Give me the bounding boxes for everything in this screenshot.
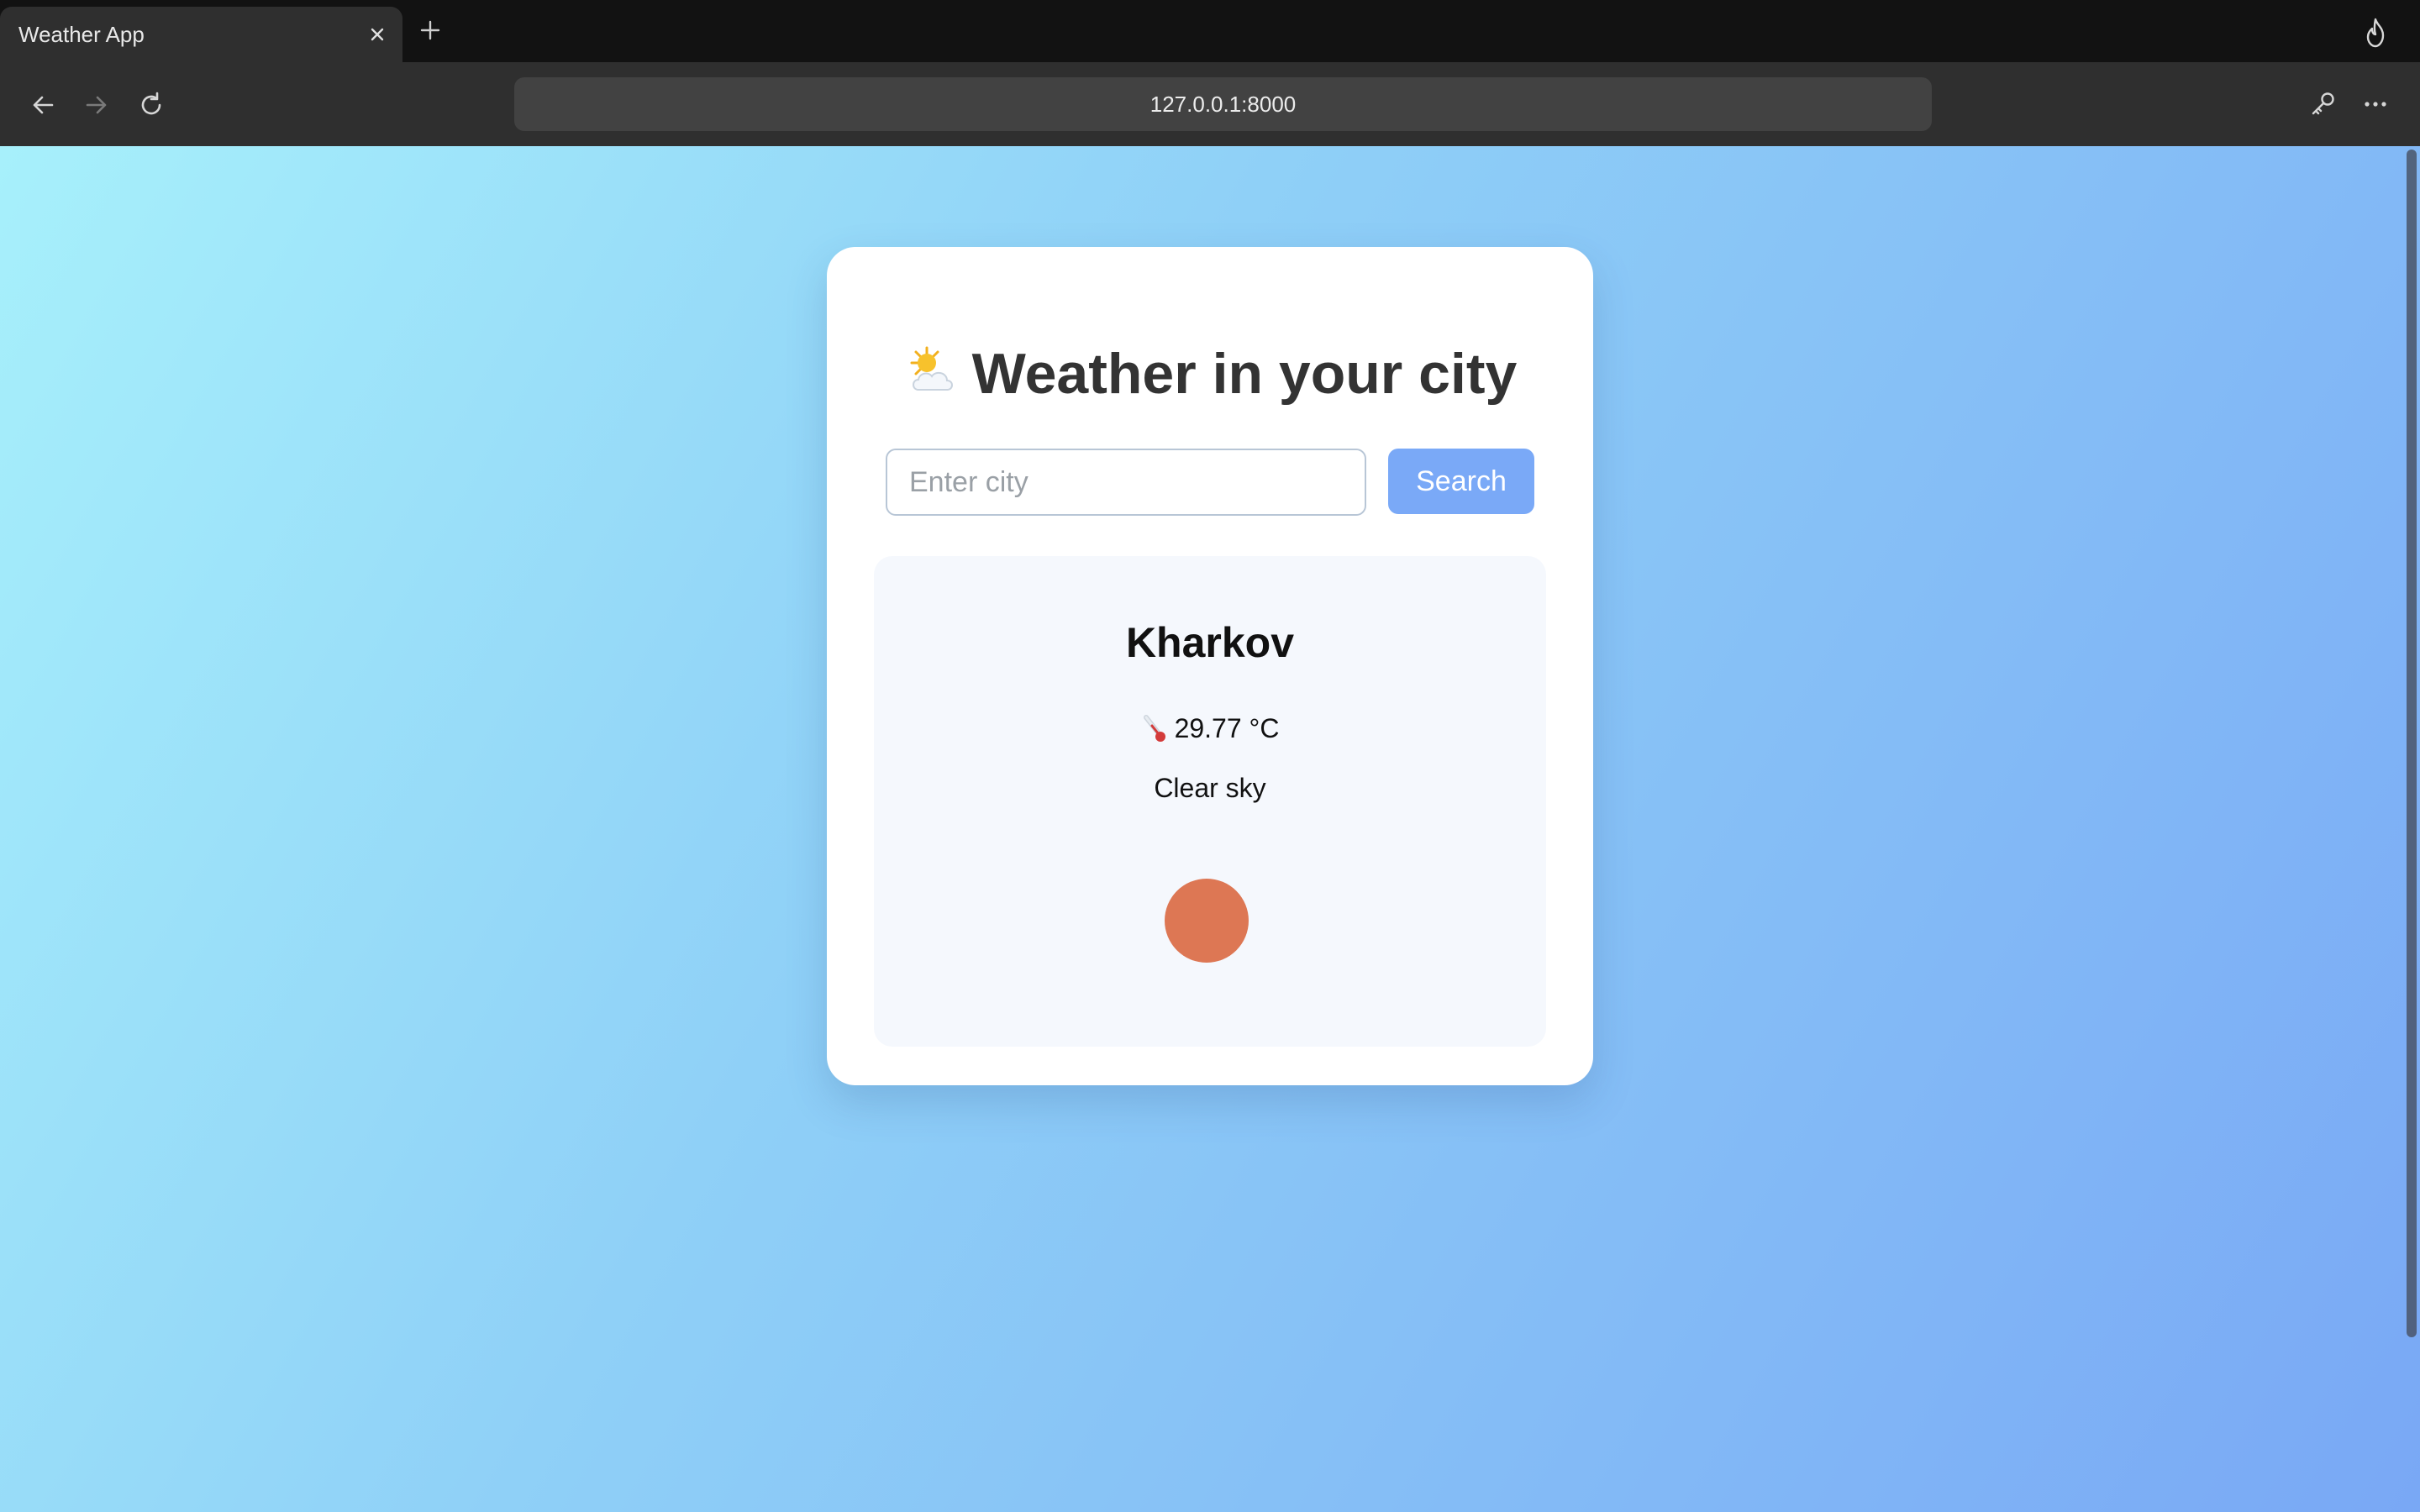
more-icon[interactable]: [2360, 88, 2391, 120]
city-input[interactable]: [886, 449, 1366, 516]
scrollbar[interactable]: [2407, 150, 2417, 1337]
title-text: Weather in your city: [971, 342, 1518, 406]
browser-toolbar: 127.0.0.1:8000: [0, 62, 2420, 146]
forward-icon[interactable]: [81, 89, 113, 121]
weather-description: Clear sky: [1154, 773, 1266, 803]
sun-behind-cloud-icon: [910, 346, 953, 391]
url-text: 127.0.0.1:8000: [1150, 92, 1297, 117]
temperature-value: 29.77 °C: [1174, 713, 1280, 743]
plus-icon[interactable]: [415, 15, 445, 45]
reload-icon[interactable]: [135, 89, 167, 121]
fire-icon[interactable]: [2361, 17, 2390, 49]
page-title: Weather in your city: [827, 341, 1593, 407]
key-icon[interactable]: [2307, 88, 2338, 120]
sun-icon: [1165, 879, 1249, 963]
browser-tab[interactable]: Weather App: [0, 7, 402, 62]
close-icon[interactable]: [364, 21, 391, 48]
search-button[interactable]: Search: [1388, 449, 1534, 514]
page-viewport: Weather in your city Search Kharkov 29.7…: [0, 146, 2420, 1512]
back-icon[interactable]: [27, 89, 59, 121]
weather-card: Weather in your city Search Kharkov 29.7…: [827, 247, 1593, 1085]
thermometer-icon: [1143, 715, 1165, 742]
tab-title: Weather App: [18, 22, 145, 47]
temperature-row: 29.77 °C: [874, 712, 1546, 744]
address-bar[interactable]: 127.0.0.1:8000: [514, 77, 1932, 131]
weather-result-panel: Kharkov 29.77 °C Clear sky: [874, 556, 1546, 1047]
city-name: Kharkov: [1125, 619, 1295, 666]
browser-tab-bar: Weather App: [0, 0, 2420, 62]
